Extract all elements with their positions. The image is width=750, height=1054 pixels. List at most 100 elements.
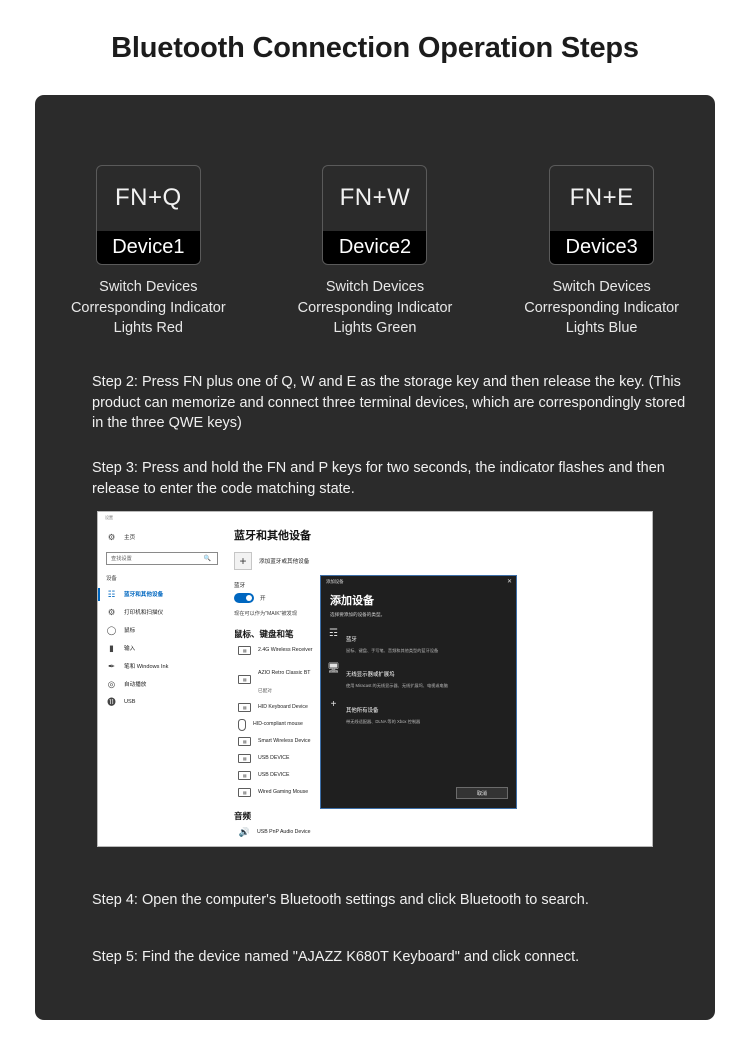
search-icon: 🔍: [203, 555, 212, 562]
sidebar-active-indicator: [98, 588, 100, 601]
sidebar-item-label: 笔和 Windows Ink: [124, 664, 169, 670]
search-placeholder: 查找设置: [111, 556, 132, 562]
key-combo-row: FN+Q Device1 Switch Devices Correspondin…: [35, 165, 715, 339]
key-combo-item: FN+W Device2 Switch Devices Correspondin…: [275, 165, 475, 339]
sidebar-item-label: 主页: [124, 535, 136, 541]
bluetooth-icon: ☶: [329, 628, 338, 639]
device-name-block: AZIO Retro Classic BT 已配对: [258, 661, 310, 697]
sidebar-item-typing[interactable]: ▮ 输入: [98, 639, 226, 657]
page-title: Bluetooth Connection Operation Steps: [111, 32, 639, 64]
cancel-button[interactable]: 取消: [456, 787, 508, 799]
step-3-text: Step 3: Press and hold the FN and P keys…: [92, 460, 665, 497]
sidebar-item-label: 打印机和扫描仪: [124, 610, 164, 616]
speaker-icon: 🔊: [238, 827, 250, 837]
keyboard-icon: ▦: [238, 788, 251, 797]
dialog-option-text: 无线显示器或扩展坞 使用 Miracast 的无线显示器、无线扩展坞、电视或电脑: [346, 663, 448, 688]
key-caption: Switch Devices Corresponding Indicator L…: [70, 279, 226, 337]
keyboard-icon: ▦: [238, 754, 251, 763]
dialog-titlebar-label: 添加设备: [326, 579, 344, 584]
sidebar-item-label: 蓝牙和其他设备: [124, 592, 164, 598]
mouse-icon: ◯: [106, 624, 117, 635]
instruction-card: FN+Q Device1 Switch Devices Correspondin…: [35, 95, 715, 1020]
dialog-option-text: 蓝牙 鼠标、键盘、手写笔、音频和其他类型的蓝牙设备: [346, 628, 438, 653]
key-combo-label: FN+Q: [114, 183, 182, 211]
dialog-option-everything-else[interactable]: + 其他所有设备 带无线适配器、DLNA 等的 Xbox 控制器: [328, 699, 516, 724]
settings-search-input[interactable]: 查找设置 🔍: [106, 552, 218, 565]
keyboard-icon: ▦: [238, 703, 251, 712]
keyboard-icon: ▦: [238, 771, 251, 780]
bluetooth-toggle[interactable]: [234, 593, 254, 603]
plus-icon: +: [330, 698, 337, 710]
keyboard-icon: ▦: [238, 646, 251, 655]
autoplay-icon: ◎: [107, 678, 116, 689]
dialog-subheading: 选择要添加的设备的类型。: [330, 612, 386, 617]
close-icon[interactable]: ✕: [507, 579, 512, 585]
key-combo-item: FN+E Device3 Switch Devices Correspondin…: [502, 165, 702, 339]
option-desc: 鼠标、键盘、手写笔、音频和其他类型的蓝牙设备: [346, 648, 439, 653]
poster-page: Bluetooth Connection Operation Steps FN+…: [0, 0, 750, 1054]
dialog-heading: 添加设备: [330, 595, 374, 607]
add-device-dialog: 添加设备 ✕ 添加设备 选择要添加的设备的类型。 ☶ 蓝牙 鼠标、键盘、手写笔、…: [320, 575, 517, 809]
key-box-device2: FN+W Device2: [322, 165, 428, 265]
dialog-option-wireless-display[interactable]: 🖥 无线显示器或扩展坞 使用 Miracast 的无线显示器、无线扩展坞、电视或…: [327, 663, 516, 689]
key-device-label: Device1: [96, 231, 200, 264]
mouse-icon: [238, 718, 246, 731]
sidebar-item-label: 鼠标: [124, 628, 136, 634]
sidebar-item-bluetooth-devices[interactable]: ☷ 蓝牙和其他设备: [98, 585, 226, 603]
key-box-device3: FN+E Device3: [549, 165, 655, 265]
settings-sidebar: ⚙ 主页 查找设置 🔍 设备 ☷ 蓝牙和其他设备 ⚙ 打印机和扫描仪 ◯ 鼠标 …: [98, 522, 226, 846]
add-bluetooth-device-button[interactable]: + 添加蓝牙或其他设备: [234, 552, 652, 570]
key-caption: Switch Devices Corresponding Indicator L…: [297, 279, 453, 337]
device-name: USB DEVICE: [258, 754, 290, 761]
key-device-label: Device3: [550, 231, 654, 264]
device-name: AZIO Retro Classic BT: [258, 670, 311, 676]
monitor-icon: 🖥: [327, 663, 340, 675]
option-title: 蓝牙: [346, 637, 357, 643]
bluetooth-devices-icon: ☷: [107, 588, 116, 599]
key-combo-item: FN+Q Device1 Switch Devices Correspondin…: [48, 165, 248, 339]
option-title: 其他所有设备: [346, 707, 379, 714]
home-gear-icon: ⚙: [107, 531, 116, 542]
plus-icon: +: [234, 552, 252, 570]
sidebar-item-pen-ink[interactable]: ✒ 笔和 Windows Ink: [98, 657, 226, 675]
step-4-text: Step 4: Open the computer's Bluetooth se…: [92, 892, 589, 908]
step-2-text: Step 2: Press FN plus one of Q, W and E …: [92, 374, 686, 432]
keyboard-icon: ▮: [109, 642, 114, 653]
toggle-state-label: 开: [260, 596, 266, 602]
audio-section-header: 音频: [234, 811, 252, 821]
sidebar-item-printers[interactable]: ⚙ 打印机和扫描仪: [98, 603, 226, 621]
sidebar-item-label: 自动播放: [124, 682, 147, 688]
dialog-titlebar: 添加设备 ✕: [321, 576, 516, 588]
audio-device-item[interactable]: 🔊 USB PnP Audio Device: [238, 826, 652, 839]
keyboard-icon: ▦: [238, 737, 251, 746]
key-combo-label: FN+E: [569, 183, 634, 211]
sidebar-group-label: 设备: [106, 576, 117, 582]
device-name: HID Keyboard Device: [258, 703, 308, 710]
key-device-label: Device2: [323, 231, 427, 264]
option-title: 无线显示器或扩展坞: [346, 672, 395, 679]
pen-icon: ✒: [107, 660, 116, 671]
add-device-label: 添加蓝牙或其他设备: [259, 559, 310, 565]
device-name: 2.4G Wireless Receiver: [258, 646, 313, 653]
sidebar-item-home[interactable]: ⚙ 主页: [98, 528, 226, 546]
device-name: USB PnP Audio Device: [257, 828, 311, 835]
sidebar-item-usb[interactable]: ⓫ USB: [98, 693, 226, 711]
dialog-option-text: 其他所有设备 带无线适配器、DLNA 等的 Xbox 控制器: [346, 699, 420, 724]
device-name: Wired Gaming Mouse: [258, 788, 309, 795]
option-desc: 使用 Miracast 的无线显示器、无线扩展坞、电视或电脑: [346, 683, 448, 689]
sidebar-item-mouse[interactable]: ◯ 鼠标: [98, 621, 226, 639]
device-status: 已配对: [258, 688, 272, 693]
window-caption: 设置: [105, 515, 113, 520]
content-title: 蓝牙和其他设备: [234, 530, 311, 542]
usb-icon: ⓫: [107, 696, 116, 707]
key-combo-label: FN+W: [339, 183, 411, 211]
printer-icon: ⚙: [107, 606, 116, 617]
sidebar-item-autoplay[interactable]: ◎ 自动播放: [98, 675, 226, 693]
sidebar-item-label: USB: [124, 699, 136, 705]
option-desc: 带无线适配器、DLNA 等的 Xbox 控制器: [346, 718, 421, 724]
device-name: Smart Wireless Device: [258, 737, 311, 744]
sidebar-item-label: 输入: [124, 646, 136, 652]
dialog-option-bluetooth[interactable]: ☶ 蓝牙 鼠标、键盘、手写笔、音频和其他类型的蓝牙设备: [328, 628, 516, 653]
step-5-text: Step 5: Find the device named "AJAZZ K68…: [92, 949, 580, 965]
key-caption: Switch Devices Corresponding Indicator L…: [524, 279, 680, 337]
